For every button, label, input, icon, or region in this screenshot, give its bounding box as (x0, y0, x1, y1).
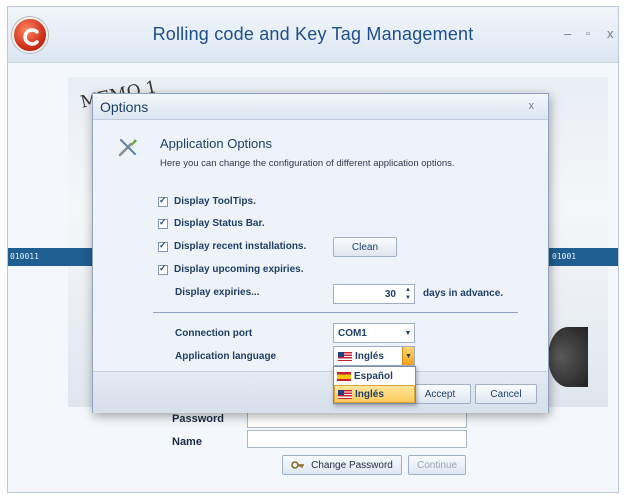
checkbox-display-tooltips[interactable]: Display ToolTips. (158, 195, 256, 207)
connection-port-label: Connection port (175, 328, 253, 339)
connection-port-select[interactable]: COM1 ▼ (333, 323, 415, 343)
change-password-button[interactable]: Change Password (282, 455, 402, 475)
spain-flag-icon (337, 371, 351, 381)
expiries-label: Display expiries... (175, 287, 260, 298)
continue-button[interactable]: Continue (408, 455, 466, 475)
us-flag-icon (338, 351, 352, 361)
app-title: Rolling code and Key Tag Management (152, 24, 474, 44)
option-label: Español (354, 370, 393, 382)
days-in-advance-label: days in advance. (423, 288, 504, 299)
name-input[interactable] (247, 430, 467, 448)
maximize-button[interactable]: ▫ (586, 28, 590, 40)
application-language-select[interactable]: Inglés ▼ (333, 346, 415, 366)
checkbox-label: Display upcoming expiries. (174, 264, 304, 275)
cancel-button[interactable]: Cancel (475, 384, 537, 404)
change-password-label: Change Password (311, 459, 393, 471)
spinner-down-icon[interactable]: ▼ (405, 294, 411, 302)
checkbox-box[interactable] (158, 195, 168, 207)
us-flag-icon (338, 389, 352, 399)
device-image (548, 327, 588, 387)
password-label: Password (172, 413, 224, 425)
checkbox-display-upcoming-expiries[interactable]: Display upcoming expiries. (158, 263, 304, 275)
chevron-down-icon[interactable]: ▼ (402, 347, 414, 365)
checkbox-label: Display recent installations. (174, 241, 307, 252)
spinner-up-icon[interactable]: ▲ (405, 286, 411, 294)
checkbox-label: Display ToolTips. (174, 196, 256, 207)
options-heading: Application Options (160, 136, 273, 151)
close-button[interactable]: x (607, 26, 614, 41)
language-value-wrap: Inglés (334, 351, 384, 362)
tools-icon (118, 139, 137, 157)
expiries-spinner[interactable]: 30 ▲ ▼ (333, 284, 415, 304)
titlebar: Rolling code and Key Tag Management – ▫ … (8, 7, 618, 63)
name-label: Name (172, 436, 202, 448)
option-label: Inglés (355, 388, 384, 400)
checkbox-display-status-bar[interactable]: Display Status Bar. (158, 217, 265, 229)
language-value: Inglés (355, 350, 384, 362)
dropdown-option-espanol[interactable]: Español (334, 367, 415, 385)
binary-strip-right: 01001 (548, 248, 618, 266)
binary-strip-left: 010011 (8, 248, 100, 266)
options-dialog: Options x Application Options Here you c… (92, 93, 549, 413)
application-language-label: Application language (175, 351, 277, 362)
checkbox-box[interactable] (158, 217, 168, 229)
language-dropdown-list: Español Inglés (333, 366, 416, 404)
checkbox-box[interactable] (158, 263, 168, 275)
checkbox-display-recent-installations[interactable]: Display recent installations. (158, 240, 307, 252)
clean-button[interactable]: Clean (333, 237, 397, 257)
dialog-close-button[interactable]: x (529, 100, 535, 112)
checkbox-box[interactable] (158, 240, 168, 252)
accept-button[interactable]: Accept (409, 384, 471, 404)
connection-port-value: COM1 (338, 327, 367, 339)
dropdown-option-ingles[interactable]: Inglés (334, 385, 415, 403)
checkbox-label: Display Status Bar. (174, 218, 265, 229)
dialog-titlebar: Options x (93, 94, 548, 120)
chevron-down-icon[interactable]: ▼ (402, 324, 414, 342)
minimize-button[interactable]: – (564, 26, 571, 41)
section-divider (153, 312, 518, 313)
expiries-value: 30 (384, 289, 396, 300)
spinner-arrows[interactable]: ▲ ▼ (405, 286, 411, 302)
options-description: Here you can change the configuration of… (160, 158, 455, 169)
dialog-title: Options (100, 99, 149, 115)
key-icon (291, 461, 305, 469)
